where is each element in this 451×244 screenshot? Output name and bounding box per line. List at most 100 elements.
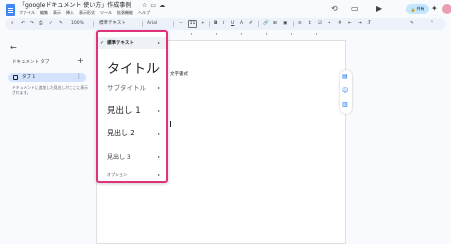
menu-bar: ファイル 編集 表示 挿入 表示形式 ツール 拡張機能 ヘルプ [19, 10, 150, 16]
docs-logo-icon[interactable] [6, 4, 15, 16]
align-icon[interactable]: ≡ [298, 20, 302, 28]
share-label: 共有 [416, 6, 425, 11]
toolbar-divider [142, 21, 143, 27]
avatar[interactable] [442, 4, 451, 14]
bold-button[interactable]: B [214, 20, 217, 28]
italic-button[interactable]: I [223, 20, 224, 28]
folder-icon[interactable]: ▭ [150, 2, 156, 10]
style-option-subtitle[interactable]: サブタイトル ▸ [98, 80, 166, 94]
edit-mode-icon[interactable]: ✎ [410, 20, 414, 28]
decrease-font-button[interactable]: − [179, 20, 183, 28]
font-select[interactable]: Arial [147, 20, 157, 28]
style-option-title[interactable]: タイトル ▸ [98, 54, 166, 77]
paint-format-icon[interactable]: ✎ [59, 20, 63, 28]
document-text[interactable]: 文字書式 [170, 71, 188, 77]
style-option-label: 見出し 2 [107, 129, 135, 137]
menu-file[interactable]: ファイル [19, 10, 35, 16]
menu-insert[interactable]: 挿入 [66, 10, 74, 16]
emoji-reaction-icon[interactable]: ☺ [342, 87, 348, 94]
bullet-list-icon[interactable]: • [328, 20, 331, 28]
toolbar-divider [173, 21, 174, 27]
paragraph-style-dropdown: ✓ 標準テキスト ▸ タイトル ▸ サブタイトル ▸ 見出し 1 ▸ 見出し 2… [96, 30, 168, 183]
style-select[interactable]: 標準テキスト [99, 20, 126, 28]
chevron-right-icon: ▸ [157, 65, 160, 70]
chevron-right-icon: ▸ [157, 85, 160, 90]
add-tab-icon[interactable]: + [77, 56, 84, 65]
style-option-options[interactable]: オプション ▸ [98, 170, 166, 180]
comment-icon[interactable]: ▭ [351, 5, 359, 13]
ruler-tick [316, 33, 317, 35]
chevron-up-icon[interactable]: ⌃ [430, 20, 434, 28]
undo-icon[interactable]: ↶ [21, 20, 25, 28]
add-comment-icon[interactable]: ▤ [342, 73, 348, 80]
menu-edit[interactable]: 編集 [40, 10, 48, 16]
chevron-right-icon: ▸ [157, 108, 160, 113]
back-arrow-icon[interactable]: ← [10, 43, 17, 52]
underline-button[interactable]: U [231, 20, 234, 28]
header-actions: ⟲ ▭ ▶ 🔒 共有 ✦ [321, 2, 451, 18]
document-title[interactable]: 「googleドキュメント 使い方」作成事例 [19, 2, 131, 10]
sidebar-item-label: タブ 1 [22, 75, 36, 80]
style-option-label: オプション [107, 172, 127, 177]
check-icon: ✓ [100, 40, 105, 46]
toolbar-divider [209, 21, 210, 27]
lock-icon: 🔒 [410, 6, 416, 12]
clear-format-icon[interactable]: T̸ [368, 20, 371, 28]
style-option-heading-3[interactable]: 見出し 3 ▸ [98, 150, 166, 162]
video-icon[interactable]: ▶ [376, 5, 382, 13]
gemini-icon[interactable]: ✦ [431, 5, 438, 13]
text-color-button[interactable]: A [240, 20, 243, 28]
tab-icon [13, 75, 18, 80]
ruler-tick [216, 33, 217, 35]
style-option-label: サブタイトル [107, 84, 146, 92]
ruler-tick [266, 33, 267, 35]
style-option-heading-2[interactable]: 見出し 2 ▸ [98, 126, 166, 140]
ruler-tick [291, 33, 292, 35]
search-menus-icon[interactable]: ⌕ [11, 20, 14, 28]
style-option-label: 見出し 3 [107, 154, 131, 161]
indent-decrease-icon[interactable]: ⇤ [348, 20, 352, 28]
cloud-icon[interactable]: ☁ [159, 2, 165, 10]
star-icon[interactable]: ☆ [142, 2, 147, 10]
menu-format[interactable]: 表示形式 [79, 10, 95, 16]
style-option-label: タイトル [107, 62, 160, 77]
redo-icon[interactable]: ↷ [30, 20, 34, 28]
print-icon[interactable]: ⎙ [39, 20, 43, 28]
toolbar: ⌕ ↶ ↷ ⎙ ✓ ✎ 100% 標準テキスト Arial − 11 + B I… [5, 18, 445, 30]
toolbar-divider [293, 21, 294, 27]
spellcheck-icon[interactable]: ✓ [49, 20, 53, 28]
checklist-icon[interactable]: ☑ [318, 20, 322, 28]
add-comment-icon[interactable]: ⊞ [273, 20, 277, 28]
menu-tools[interactable]: ツール [100, 10, 112, 16]
menu-view[interactable]: 表示 [53, 10, 61, 16]
style-option-label: 見出し 1 [107, 106, 141, 116]
zoom-select[interactable]: 100% [71, 20, 84, 28]
style-option-normal-text[interactable]: ✓ 標準テキスト ▸ [98, 37, 166, 49]
indent-increase-icon[interactable]: ⇥ [358, 20, 362, 28]
image-icon[interactable]: ▣ [283, 20, 287, 28]
history-icon[interactable]: ⟲ [331, 5, 338, 13]
menu-help[interactable]: ヘルプ [138, 10, 150, 16]
ruler-tick [191, 33, 192, 35]
line-spacing-icon[interactable]: ↕ [308, 20, 312, 28]
chevron-right-icon: ▸ [157, 40, 160, 45]
style-option-label: 標準テキスト [107, 41, 134, 46]
suggest-edits-icon[interactable]: ▥ [342, 101, 348, 108]
ruler-tick [241, 33, 242, 35]
sidebar-item-tab1[interactable]: タブ 1 ⋮ [8, 73, 86, 82]
font-size-input[interactable]: 11 [188, 20, 197, 28]
style-option-heading-1[interactable]: 見出し 1 ▸ [98, 102, 166, 118]
increase-font-button[interactable]: + [201, 20, 205, 28]
menu-extensions[interactable]: 拡張機能 [117, 10, 133, 16]
toolbar-divider [258, 21, 259, 27]
more-options-icon[interactable]: ⋮ [76, 73, 82, 81]
text-cursor [170, 121, 171, 127]
chevron-right-icon: ▸ [157, 131, 160, 136]
highlight-icon[interactable]: ✐ [249, 20, 253, 28]
sidebar-header: ドキュメント タブ [12, 60, 50, 65]
sidebar-description: ドキュメントに追加した見出しがここに表示されます。 [12, 85, 88, 95]
chevron-right-icon: ▸ [157, 172, 160, 177]
share-button[interactable]: 🔒 共有 [406, 4, 429, 14]
link-icon[interactable]: 🔗 [263, 20, 269, 28]
numbered-list-icon[interactable]: # [338, 20, 342, 28]
